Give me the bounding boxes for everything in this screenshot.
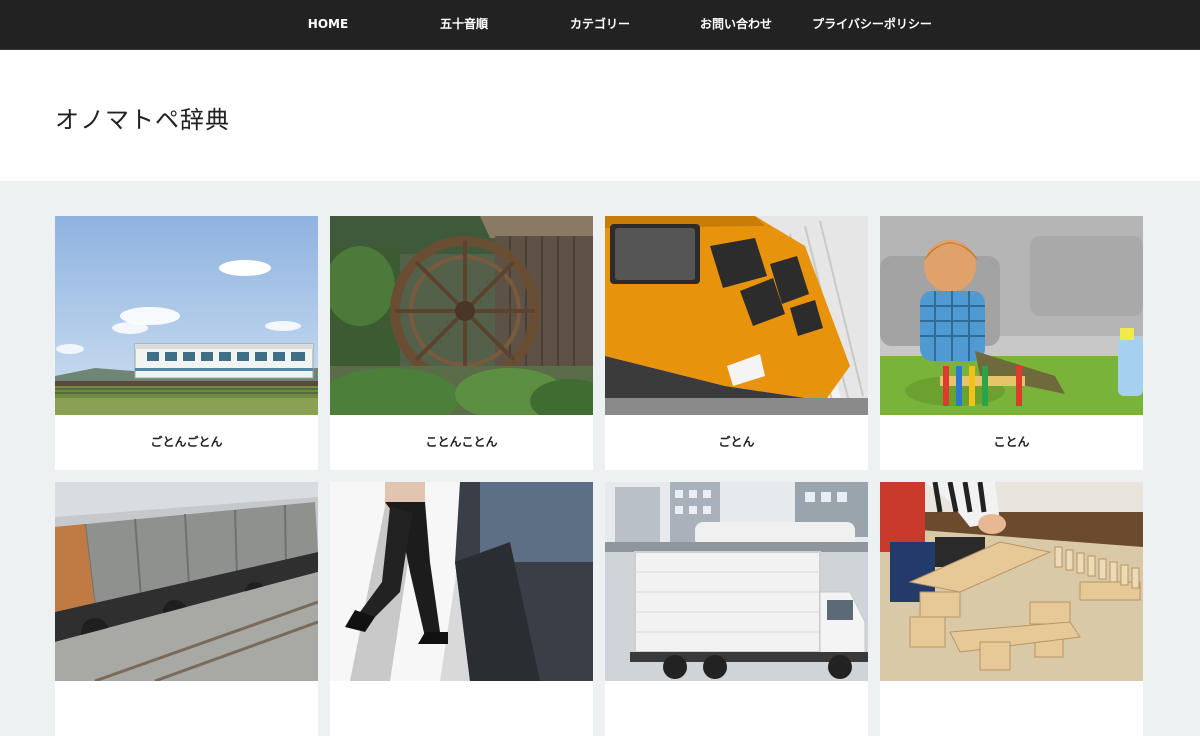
nav-item-privacy-policy[interactable]: プライバシーポリシー [805,0,939,49]
site-header: オノマトペ辞典 [0,50,1200,181]
post-card-8[interactable] [880,482,1143,736]
post-card-6[interactable] [330,482,593,736]
post-card-goton[interactable]: ごとん [605,216,868,470]
wooden-blocks-image[interactable] [880,482,1143,681]
post-title[interactable] [605,681,868,736]
nav-item-gojuon[interactable]: 五十音順 [406,0,522,49]
post-title[interactable] [880,681,1143,736]
train-countryside-image[interactable] [55,216,318,415]
white-truck-image[interactable] [605,482,868,681]
post-title[interactable] [330,681,593,736]
freight-train-image[interactable] [55,482,318,681]
walking-legs-image[interactable] [330,482,593,681]
post-card-5[interactable] [55,482,318,736]
post-title[interactable]: ことんことん [330,415,593,470]
post-card-koton[interactable]: ことん [880,216,1143,470]
post-title[interactable]: ごとんごとん [55,415,318,470]
nav-item-contact[interactable]: お問い合わせ [678,0,794,49]
orange-tram-image[interactable] [605,216,868,415]
post-card-7[interactable] [605,482,868,736]
child-toy-image[interactable] [880,216,1143,415]
post-card-kotonkoton[interactable]: ことんことん [330,216,593,470]
post-title[interactable] [55,681,318,736]
water-wheel-image[interactable] [330,216,593,415]
site-title[interactable]: オノマトペ辞典 [55,100,230,135]
nav-item-category[interactable]: カテゴリー [542,0,658,49]
post-title[interactable]: ごとん [605,415,868,470]
nav-item-home[interactable]: HOME [270,0,386,49]
post-grid: ごとんごとん ことんことん ごとん ことん [55,216,1144,736]
post-card-gotongoton[interactable]: ごとんごとん [55,216,318,470]
top-navigation: HOME 五十音順 カテゴリー お問い合わせ プライバシーポリシー [0,0,1200,50]
post-title[interactable]: ことん [880,415,1143,470]
